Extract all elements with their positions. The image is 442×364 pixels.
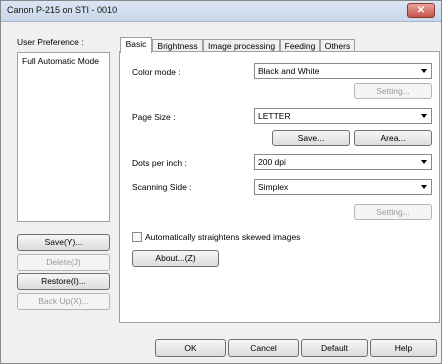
help-button[interactable]: Help <box>370 339 437 357</box>
title-bar: Canon P-215 on STI - 0010 ✕ <box>1 1 441 22</box>
color-setting-button[interactable]: Setting... <box>354 83 432 99</box>
straighten-label: Automatically straightens skewed images <box>145 232 301 242</box>
page-size-save-button[interactable]: Save... <box>272 130 350 146</box>
scanning-side-label: Scanning Side : <box>132 182 192 192</box>
cancel-button[interactable]: Cancel <box>228 339 299 357</box>
dpi-label: Dots per inch : <box>132 158 187 168</box>
delete-preference-button[interactable]: Delete(J) <box>17 254 110 271</box>
scanner-dialog: Canon P-215 on STI - 0010 ✕ User Prefere… <box>0 0 442 364</box>
user-preference-label: User Preference : <box>17 37 84 47</box>
ok-button[interactable]: OK <box>155 339 226 357</box>
page-size-value: LETTER <box>258 111 291 121</box>
window-title: Canon P-215 on STI - 0010 <box>7 5 118 15</box>
page-size-label: Page Size : <box>132 112 176 122</box>
scanning-side-value: Simplex <box>258 182 289 192</box>
area-button[interactable]: Area... <box>354 130 432 146</box>
page-size-select[interactable]: LETTER <box>254 108 432 124</box>
chevron-down-icon <box>421 69 427 73</box>
user-preference-list[interactable]: Full Automatic Mode <box>17 52 110 222</box>
chevron-down-icon <box>421 114 427 118</box>
restore-preference-button[interactable]: Restore(I)... <box>17 273 110 290</box>
list-item[interactable]: Full Automatic Mode <box>18 53 109 69</box>
side-setting-button[interactable]: Setting... <box>354 204 432 220</box>
scanning-side-select[interactable]: Simplex <box>254 179 432 195</box>
save-preference-button[interactable]: Save(Y)... <box>17 234 110 251</box>
chevron-down-icon <box>421 160 427 164</box>
straighten-checkbox[interactable] <box>132 232 142 242</box>
color-mode-value: Black and White <box>258 66 320 76</box>
close-button[interactable]: ✕ <box>407 3 435 18</box>
color-mode-select[interactable]: Black and White <box>254 63 432 79</box>
about-button[interactable]: About...(Z) <box>132 250 219 267</box>
dpi-select[interactable]: 200 dpi <box>254 154 432 170</box>
tab-basic[interactable]: Basic <box>120 37 152 53</box>
chevron-down-icon <box>421 185 427 189</box>
backup-preference-button[interactable]: Back Up(X)... <box>17 293 110 310</box>
dpi-value: 200 dpi <box>258 157 286 167</box>
color-mode-label: Color mode : <box>132 67 181 77</box>
default-button[interactable]: Default <box>301 339 368 357</box>
